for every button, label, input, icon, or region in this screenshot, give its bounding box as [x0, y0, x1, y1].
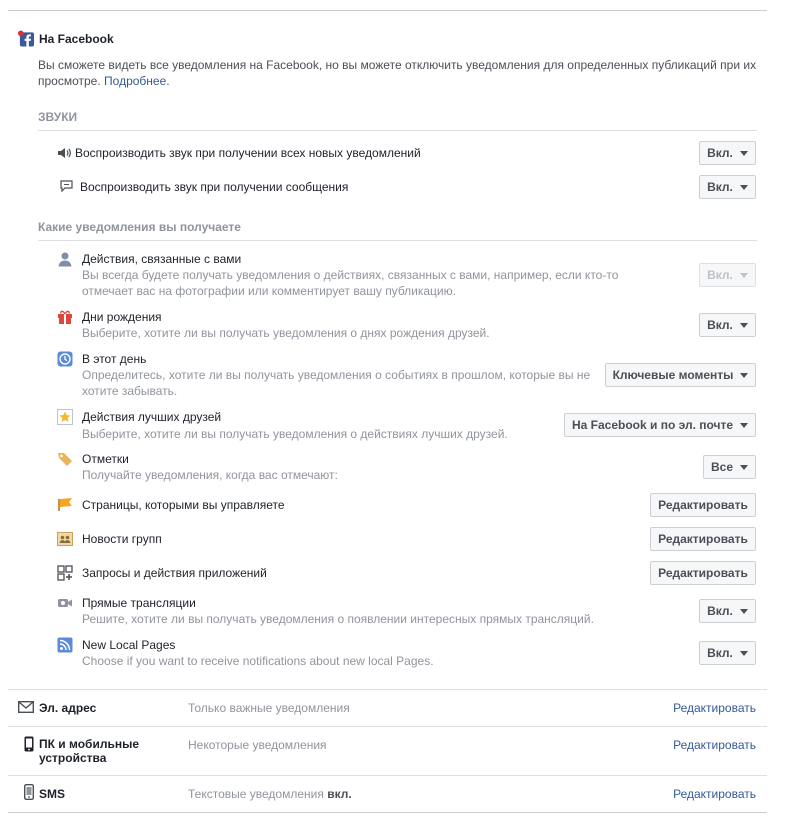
sound-all-label: Воспроизводить звук при получении всех н…: [75, 146, 421, 160]
devices-edit-link[interactable]: Редактировать: [673, 738, 756, 752]
chevron-down-icon: [740, 464, 749, 470]
groups-edit-button[interactable]: Редактировать: [650, 527, 756, 551]
chevron-down-icon: [739, 608, 748, 614]
chevron-down-icon: [739, 272, 748, 278]
header-description: Вы сможете видеть все уведомления на Fac…: [38, 57, 763, 89]
sound-messages-toggle-button[interactable]: Вкл.: [699, 175, 756, 199]
facebook-notification-icon: [18, 30, 34, 46]
clock-icon: [57, 351, 73, 367]
about-you-toggle-button: Вкл.: [699, 263, 756, 287]
pages-title: Страницы, которыми вы управляете: [82, 498, 285, 512]
sms-label: SMS: [39, 787, 66, 801]
sms-status-text: Текстовые уведомления: [188, 787, 324, 801]
button-label: Редактировать: [658, 498, 748, 512]
speaker-icon: [56, 145, 72, 161]
chevron-down-icon: [740, 422, 749, 428]
tag-icon: [57, 451, 73, 467]
message-icon: [58, 178, 74, 194]
button-label: Вкл.: [707, 318, 733, 332]
chevron-down-icon: [740, 372, 749, 378]
button-label: Все: [711, 460, 734, 474]
chevron-down-icon: [739, 184, 748, 190]
on-this-day-desc: Определитесь, хотите ли вы получать увед…: [82, 368, 591, 398]
pages-edit-button[interactable]: Редактировать: [650, 493, 756, 517]
flag-icon: [57, 496, 73, 512]
channels-divider-1: [8, 726, 767, 727]
bottom-divider: [8, 812, 767, 813]
button-label: Вкл.: [707, 180, 733, 194]
live-title: Прямые трансляции: [82, 596, 196, 610]
user-icon: [57, 251, 73, 267]
devices-label: ПК и мобильные устройства: [39, 737, 140, 765]
button-label: Редактировать: [658, 566, 748, 580]
button-label: Вкл.: [707, 268, 733, 282]
channels-divider-2: [8, 775, 767, 776]
birthdays-toggle-button[interactable]: Вкл.: [699, 313, 756, 337]
local-pages-toggle-button[interactable]: Вкл.: [699, 641, 756, 665]
close-friends-desc: Выберите, хотите ли вы получать уведомле…: [82, 427, 508, 441]
desktop-mobile-icon: [21, 736, 37, 752]
envelope-icon: [18, 699, 34, 715]
about-you-title: Действия, связанные с вами: [82, 252, 242, 266]
on-this-day-title: В этот день: [82, 352, 147, 366]
button-label: Вкл.: [707, 146, 733, 160]
sounds-heading: ЗВУКИ: [38, 110, 78, 124]
learn-more-link[interactable]: Подробнее.: [104, 74, 170, 88]
sound-messages-label: Воспроизводить звук при получении сообще…: [80, 180, 349, 194]
local-pages-desc: Choose if you want to receive notificati…: [82, 654, 434, 668]
apps-icon: [57, 565, 73, 581]
chevron-down-icon: [739, 150, 748, 156]
live-toggle-button[interactable]: Вкл.: [699, 599, 756, 623]
button-label: Вкл.: [707, 646, 733, 660]
gift-icon: [57, 309, 73, 325]
star-icon: [57, 409, 73, 425]
tags-title: Отметки: [82, 452, 129, 466]
on-this-day-select-button[interactable]: Ключевые моменты: [605, 363, 756, 387]
sound-all-toggle-button[interactable]: Вкл.: [699, 141, 756, 165]
sounds-divider: [38, 130, 757, 131]
local-pages-title: New Local Pages: [82, 638, 176, 652]
tags-desc: Получайте уведомления, когда вас отмечаю…: [82, 468, 338, 482]
email-status: Только важные уведомления: [188, 701, 350, 715]
phone-icon: [21, 784, 37, 800]
top-divider: [8, 10, 767, 11]
button-label: Ключевые моменты: [612, 368, 734, 382]
groups-title: Новости групп: [82, 532, 162, 546]
notifications-heading: Какие уведомления вы получаете: [38, 220, 241, 234]
tags-select-button[interactable]: Все: [703, 455, 756, 479]
group-icon: [57, 531, 73, 547]
button-label: Редактировать: [658, 532, 748, 546]
sms-status-value: вкл.: [327, 787, 352, 801]
notifications-divider: [38, 240, 757, 241]
close-friends-select-button[interactable]: На Facebook и по эл. почте: [564, 413, 756, 437]
birthdays-desc: Выберите, хотите ли вы получать уведомле…: [82, 326, 490, 340]
button-label: Вкл.: [707, 604, 733, 618]
chevron-down-icon: [739, 650, 748, 656]
email-label: Эл. адрес: [39, 701, 97, 715]
about-you-desc: Вы всегда будете получать уведомления о …: [82, 268, 619, 298]
birthdays-title: Дни рождения: [82, 310, 162, 324]
button-label: На Facebook и по эл. почте: [571, 418, 734, 432]
rss-icon: [57, 637, 73, 653]
sms-status: Текстовые уведомления вкл.: [188, 787, 352, 801]
close-friends-title: Действия лучших друзей: [82, 410, 222, 424]
apps-edit-button[interactable]: Редактировать: [650, 561, 756, 585]
sms-edit-link[interactable]: Редактировать: [673, 787, 756, 801]
email-edit-link[interactable]: Редактировать: [673, 701, 756, 715]
apps-title: Запросы и действия приложений: [82, 566, 267, 580]
devices-status: Некоторые уведомления: [188, 738, 327, 752]
live-desc: Решите, хотите ли вы получать уведомлени…: [82, 612, 594, 626]
channels-divider-top: [8, 689, 767, 690]
page-title: На Facebook: [39, 32, 114, 46]
video-icon: [57, 595, 73, 611]
chevron-down-icon: [739, 322, 748, 328]
